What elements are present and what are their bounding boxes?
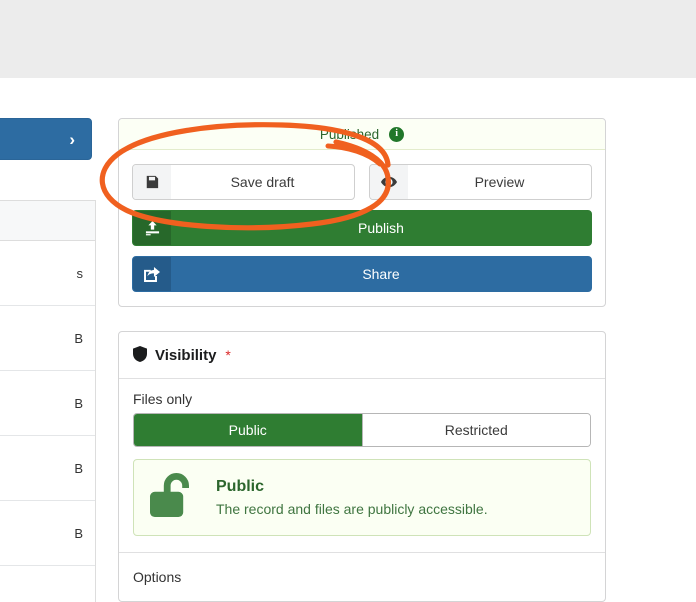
files-table-header: [0, 201, 95, 241]
publish-actions-card: Published i Save draft Preview Publish S…: [118, 118, 606, 307]
eye-icon: [370, 165, 408, 199]
visibility-option-restricted-label: Restricted: [444, 422, 508, 438]
options-label: Options: [133, 569, 182, 585]
published-status-bar: Published i: [119, 119, 605, 150]
table-cell-fragment: B: [74, 330, 83, 346]
publish-label: Publish: [358, 220, 404, 236]
share-label: Share: [362, 266, 400, 282]
table-row[interactable]: B: [0, 371, 95, 436]
draft-preview-button-row: Save draft Preview: [132, 164, 592, 200]
save-icon: [133, 165, 171, 199]
visibility-header: Visibility *: [119, 332, 605, 379]
table-row[interactable]: [0, 566, 95, 602]
table-row[interactable]: B: [0, 501, 95, 566]
publish-button[interactable]: Publish: [132, 210, 592, 246]
table-row[interactable]: s: [0, 241, 95, 306]
share-button[interactable]: Share: [132, 256, 592, 292]
publish-panel-column: Published i Save draft Preview Publish S…: [118, 118, 606, 602]
visibility-message: Public The record and files are publicly…: [133, 459, 591, 536]
table-cell-fragment: s: [76, 265, 84, 281]
next-step-button[interactable]: ›: [0, 118, 92, 160]
table-cell-fragment: B: [74, 525, 83, 541]
options-row[interactable]: Options: [119, 553, 605, 601]
shield-icon: [133, 345, 147, 365]
table-cell-fragment: B: [74, 460, 83, 476]
visibility-option-public-label: Public: [228, 422, 267, 438]
top-gray-band: [0, 0, 696, 78]
publish-actions-body: Save draft Preview Publish Share: [119, 150, 605, 306]
left-column: › s B B B B: [0, 78, 104, 602]
published-status-label: Published: [319, 126, 380, 142]
visibility-card: Visibility * Files only Public Restricte…: [118, 331, 606, 602]
upload-icon: [133, 211, 171, 245]
share-icon: [133, 257, 171, 291]
save-draft-button[interactable]: Save draft: [132, 164, 355, 200]
table-row[interactable]: B: [0, 436, 95, 501]
visibility-option-public[interactable]: Public: [134, 414, 362, 446]
visibility-title: Visibility: [155, 346, 217, 364]
preview-button[interactable]: Preview: [369, 164, 592, 200]
visibility-message-description: The record and files are publicly access…: [216, 500, 488, 517]
visibility-option-restricted[interactable]: Restricted: [361, 414, 590, 446]
table-cell-fragment: B: [74, 395, 83, 411]
unlock-icon: [148, 473, 200, 522]
visibility-message-text: Public The record and files are publicly…: [216, 476, 488, 518]
files-only-label: Files only: [133, 391, 193, 407]
chevron-right-icon: ›: [69, 129, 75, 149]
visibility-segmented-control: Public Restricted: [133, 413, 591, 447]
save-draft-label: Save draft: [230, 174, 295, 190]
visibility-body: Files only Public Restricted Public The …: [119, 379, 605, 553]
table-row[interactable]: B: [0, 306, 95, 371]
visibility-message-title: Public: [216, 478, 265, 496]
preview-label: Preview: [474, 174, 525, 190]
files-table: s B B B B: [0, 200, 96, 602]
info-icon[interactable]: i: [389, 126, 405, 142]
required-marker: *: [225, 347, 231, 363]
